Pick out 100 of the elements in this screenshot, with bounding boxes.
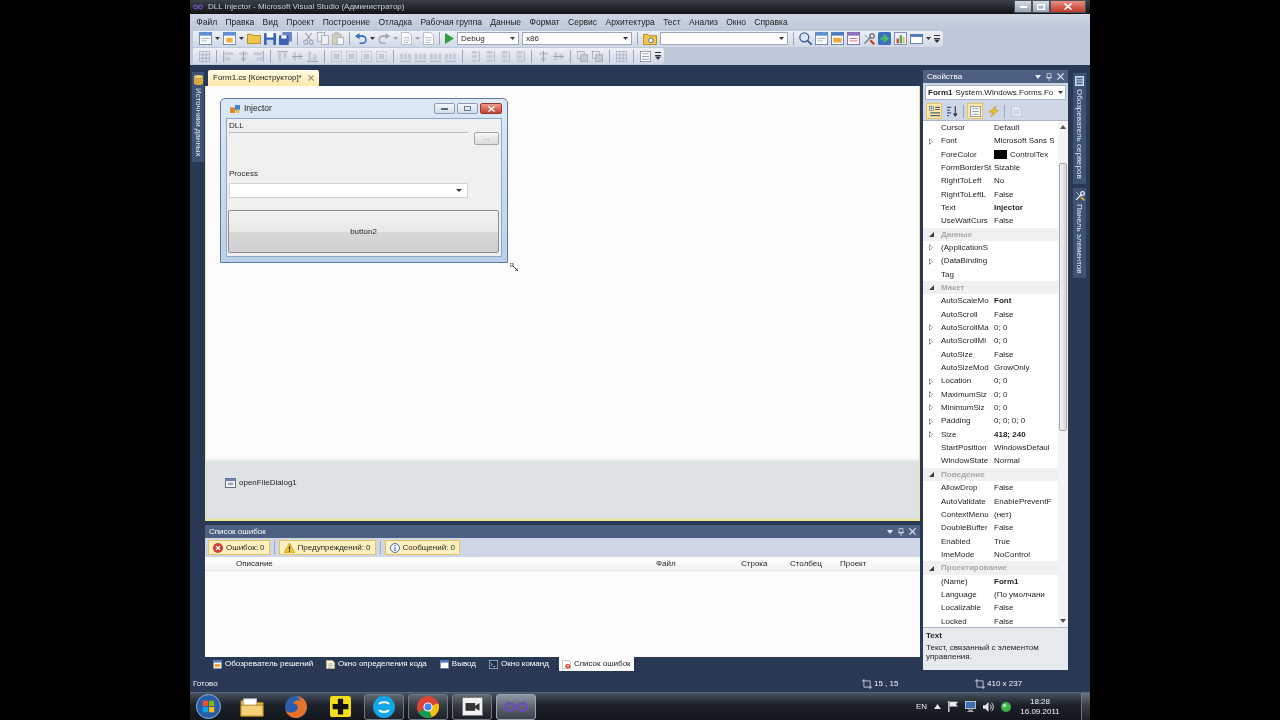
- close-button[interactable]: [1050, 0, 1086, 13]
- caret-icon[interactable]: [1035, 74, 1041, 79]
- taskbar-button[interactable]: [408, 693, 448, 720]
- start-button[interactable]: [194, 692, 222, 720]
- property-value[interactable]: (нет): [994, 509, 1012, 520]
- collapsed-arrow-icon[interactable]: [929, 137, 933, 145]
- pin-icon[interactable]: [1046, 72, 1052, 81]
- menu-item[interactable]: Правка: [221, 16, 259, 28]
- arrow-box-icon[interactable]: [878, 32, 891, 45]
- dock-tab[interactable]: Источники данных: [192, 72, 204, 162]
- pin-icon[interactable]: [898, 527, 904, 536]
- menu-item[interactable]: Данные: [486, 16, 526, 28]
- dock-tab[interactable]: Панель элементов: [1073, 187, 1086, 279]
- property-value[interactable]: False: [994, 309, 1014, 320]
- panel-tab[interactable]: Список ошибок: [558, 657, 634, 671]
- property-value[interactable]: False: [994, 349, 1014, 360]
- folder-icon[interactable]: [643, 32, 657, 45]
- menu-item[interactable]: Построение: [318, 16, 375, 28]
- dialog-icon[interactable]: [225, 478, 236, 488]
- property-value[interactable]: (По умолчани: [994, 589, 1045, 600]
- align-middle-icon[interactable]: [553, 50, 564, 62]
- collapsed-arrow-icon[interactable]: [929, 257, 933, 265]
- align-top-icon[interactable]: [277, 50, 288, 62]
- align-middle-icon[interactable]: [292, 50, 303, 62]
- caret-icon[interactable]: [215, 37, 220, 40]
- floppy-disks-icon[interactable]: [279, 32, 292, 45]
- align-center-icon[interactable]: [538, 50, 549, 62]
- column-header[interactable]: Файл: [654, 558, 739, 569]
- scroll-down-icon[interactable]: [1060, 619, 1066, 623]
- minimize-button[interactable]: [1014, 0, 1032, 13]
- dropdown-field[interactable]: [229, 183, 468, 199]
- menu-item[interactable]: Проект: [282, 16, 319, 28]
- copy-icon[interactable]: [317, 32, 329, 45]
- column-header[interactable]: Столбец: [788, 558, 838, 569]
- column-header[interactable]: Описание: [234, 558, 654, 569]
- collapsed-arrow-icon[interactable]: [929, 431, 933, 439]
- clock-time[interactable]: 18:28: [1030, 697, 1050, 707]
- menu-item[interactable]: Отладка: [374, 16, 417, 28]
- menu-item[interactable]: Сервис: [563, 16, 602, 28]
- align-right-icon[interactable]: [253, 50, 264, 62]
- align-left-icon[interactable]: [223, 50, 234, 62]
- search-icon[interactable]: [799, 32, 812, 45]
- dock-tab[interactable]: Обозреватель серверов: [1073, 73, 1086, 184]
- scissors-icon[interactable]: [303, 32, 314, 45]
- caret-icon[interactable]: [239, 37, 244, 40]
- filter-button[interactable]: Ошибок: 0: [208, 540, 270, 555]
- document-tab[interactable]: Form1.cs [Конструктор]*: [208, 70, 319, 86]
- property-value[interactable]: Font: [994, 296, 1012, 306]
- property-value[interactable]: False: [994, 483, 1014, 493]
- form-icon[interactable]: [910, 33, 923, 44]
- expanded-arrow-icon[interactable]: [928, 285, 934, 291]
- property-value[interactable]: 0; 0; 0; 0: [994, 416, 1026, 427]
- tools-icon[interactable]: [863, 32, 875, 45]
- column-header[interactable]: Строка: [739, 558, 788, 569]
- collapsed-arrow-icon[interactable]: [929, 377, 933, 385]
- taskbar-button[interactable]: [364, 693, 404, 720]
- property-value[interactable]: 0; 0: [994, 336, 1008, 346]
- property-value[interactable]: WindowsDefaul: [994, 443, 1050, 453]
- menu-item[interactable]: Формат: [525, 16, 564, 28]
- page-icon[interactable]: [423, 32, 434, 45]
- menu-item[interactable]: Анализ: [684, 16, 722, 28]
- toolbar-button[interactable]: [967, 103, 983, 119]
- property-value[interactable]: Normal: [994, 456, 1020, 467]
- expanded-arrow-icon[interactable]: [928, 231, 934, 237]
- collapsed-arrow-icon[interactable]: [929, 324, 933, 332]
- window-icon[interactable]: [223, 32, 236, 45]
- clipboard-icon[interactable]: [332, 32, 344, 45]
- text-field[interactable]: [229, 131, 468, 136]
- property-value[interactable]: EnablePreventF: [994, 496, 1052, 507]
- property-value[interactable]: Injector: [994, 202, 1023, 213]
- layers-icon[interactable]: [577, 50, 588, 62]
- property-value[interactable]: 0; 0: [994, 376, 1008, 386]
- panel-tab[interactable]: Окно определения кода: [323, 657, 430, 671]
- panel-tab[interactable]: Обозреватель решений: [210, 657, 317, 671]
- grid-icon[interactable]: [616, 50, 627, 62]
- collapsed-arrow-icon[interactable]: [929, 244, 933, 252]
- panel-tab[interactable]: Вывод: [436, 657, 479, 671]
- window-icon[interactable]: [199, 32, 212, 45]
- component-label[interactable]: openFileDialog1: [239, 478, 297, 488]
- property-value[interactable]: False: [994, 523, 1014, 533]
- maximize-button[interactable]: [1032, 0, 1050, 13]
- window-icon[interactable]: [815, 32, 828, 45]
- layers-icon[interactable]: [592, 50, 603, 62]
- close-button[interactable]: [480, 103, 502, 114]
- resize-handle-icon[interactable]: [510, 263, 518, 271]
- toolbar-button[interactable]: [926, 103, 942, 119]
- close-icon[interactable]: [307, 75, 314, 81]
- property-value[interactable]: Default: [994, 122, 1020, 133]
- filter-button[interactable]: Сообщений: 0: [384, 540, 460, 555]
- ball-icon[interactable]: [1001, 701, 1011, 712]
- property-value[interactable]: False: [994, 216, 1014, 226]
- property-value[interactable]: No: [994, 176, 1005, 186]
- align-center-icon[interactable]: [238, 50, 249, 62]
- page-icon[interactable]: [401, 32, 412, 45]
- clock-date[interactable]: 16.09.2011: [1020, 706, 1060, 716]
- configuration-dropdown[interactable]: Debug: [457, 32, 519, 45]
- property-value[interactable]: False: [994, 616, 1014, 627]
- play-icon[interactable]: [445, 33, 454, 44]
- language-indicator[interactable]: EN: [915, 701, 927, 712]
- maximize-button[interactable]: [457, 103, 478, 114]
